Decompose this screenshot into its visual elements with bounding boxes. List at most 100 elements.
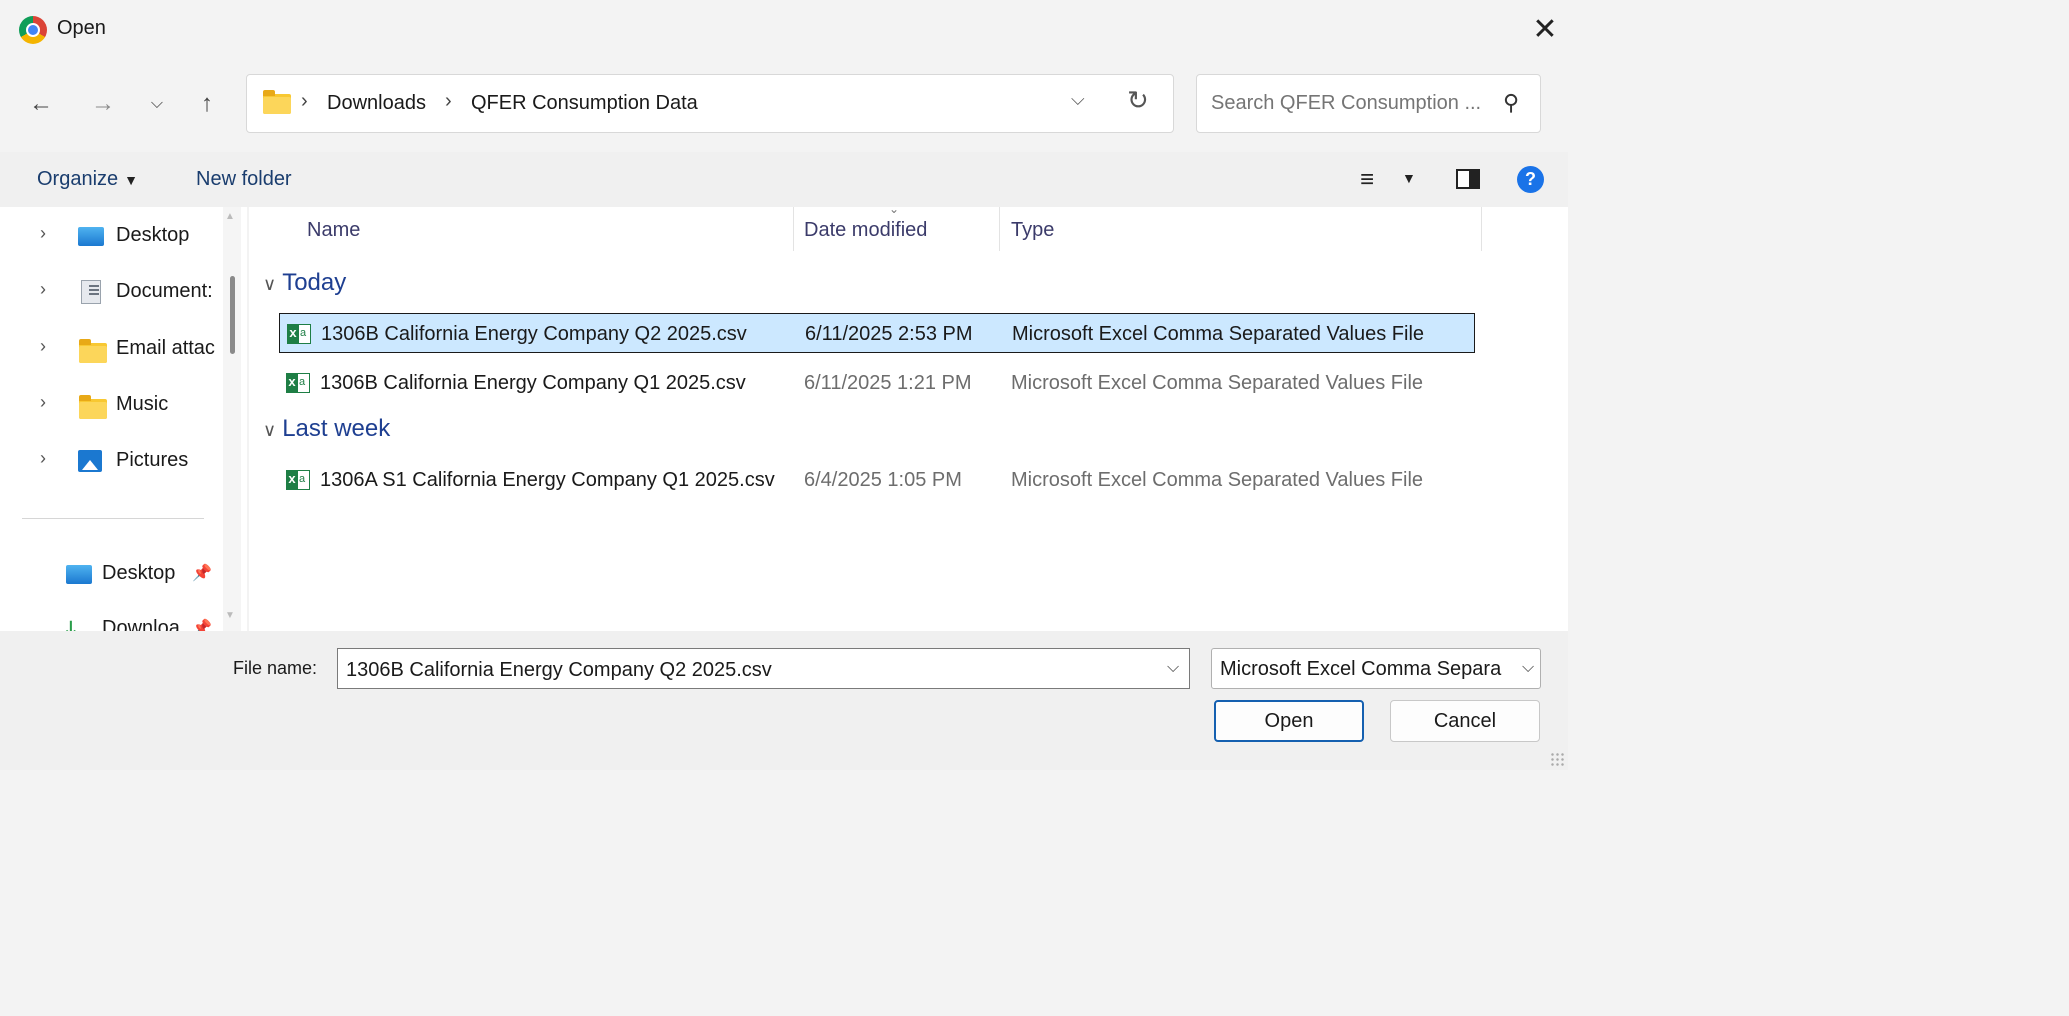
search-icon[interactable]: ⚲ bbox=[1503, 90, 1519, 116]
pictures-icon bbox=[78, 450, 102, 472]
file-date-modified: 6/11/2025 1:21 PM bbox=[804, 372, 972, 394]
excel-csv-file-icon bbox=[286, 373, 310, 393]
window-title: Open bbox=[57, 17, 106, 39]
file-name-combobox[interactable]: 1306B California Energy Company Q2 2025.… bbox=[337, 648, 1190, 689]
file-type-select[interactable]: Microsoft Excel Comma Separa ⌵ bbox=[1211, 648, 1541, 689]
scroll-down-arrow-icon[interactable]: ▼ bbox=[225, 610, 235, 621]
desktop-icon bbox=[78, 227, 104, 246]
scroll-up-arrow-icon[interactable]: ▲ bbox=[225, 211, 235, 222]
recent-locations-chevron-icon[interactable]: ⌵ bbox=[140, 84, 174, 124]
quick-access-label: Downloa bbox=[102, 617, 180, 631]
chevron-down-icon[interactable]: ⌵ bbox=[1167, 659, 1179, 677]
nav-item-label: Music bbox=[116, 393, 169, 415]
command-bar: Organize ▼ New folder ≡ ▼ bbox=[0, 152, 1568, 207]
file-type: Microsoft Excel Comma Separated Values F… bbox=[1012, 323, 1425, 345]
column-header-type[interactable]: Type bbox=[1011, 219, 1054, 242]
column-divider[interactable] bbox=[793, 207, 794, 251]
column-header-date-modified[interactable]: Date modified bbox=[804, 219, 927, 242]
address-dropdown-chevron-icon[interactable]: ⌵ bbox=[1071, 89, 1085, 110]
column-header-name[interactable]: Name bbox=[307, 219, 360, 242]
collapse-chevron-icon[interactable]: ∨ bbox=[263, 274, 276, 294]
group-header-last-week[interactable]: ∨ Last week bbox=[263, 415, 390, 443]
view-dropdown-caret-icon[interactable]: ▼ bbox=[1402, 170, 1416, 186]
pin-icon: 📌 bbox=[192, 620, 212, 631]
nav-item-desktop[interactable]: › Desktop bbox=[0, 213, 222, 257]
sort-indicator-icon: ⌄ bbox=[889, 202, 900, 216]
file-name-label: File name: bbox=[233, 658, 318, 678]
file-type-value: Microsoft Excel Comma Separa bbox=[1220, 658, 1502, 680]
file-list: ⌄ Name Date modified Type ∨ Today 1306B C… bbox=[249, 202, 1568, 631]
forward-arrow-icon[interactable]: → bbox=[86, 84, 120, 124]
expand-chevron-icon[interactable]: › bbox=[40, 448, 46, 469]
file-type: Microsoft Excel Comma Separated Values F… bbox=[1011, 372, 1424, 394]
caret-down-icon: ▼ bbox=[124, 172, 139, 188]
refresh-icon[interactable]: ↻ bbox=[1127, 85, 1149, 116]
breadcrumb-separator-icon: › bbox=[445, 90, 452, 112]
group-label: Today bbox=[282, 269, 347, 296]
nav-item-music[interactable]: › Music bbox=[0, 382, 222, 426]
file-name: 1306A S1 California Energy Company Q1 20… bbox=[320, 469, 775, 491]
nav-scrollbar-thumb[interactable] bbox=[230, 276, 235, 354]
navigation-pane: › Desktop › Document: › Email attac › Mu… bbox=[0, 207, 247, 631]
search-box[interactable]: ⚲ bbox=[1196, 74, 1541, 133]
pin-icon: 📌 bbox=[192, 565, 212, 582]
file-date-modified: 6/4/2025 1:05 PM bbox=[804, 469, 962, 491]
nav-item-email-attachments[interactable]: › Email attac bbox=[0, 326, 222, 370]
file-type: Microsoft Excel Comma Separated Values F… bbox=[1011, 469, 1424, 491]
open-button[interactable]: Open bbox=[1214, 700, 1364, 742]
nav-item-pictures[interactable]: › Pictures bbox=[0, 438, 222, 482]
nav-item-label: Email attac bbox=[116, 337, 215, 359]
expand-chevron-icon[interactable]: › bbox=[40, 392, 46, 413]
up-arrow-icon[interactable]: ↑ bbox=[190, 84, 224, 124]
file-row[interactable]: 1306B California Energy Company Q2 2025.… bbox=[279, 313, 1475, 353]
expand-chevron-icon[interactable]: › bbox=[40, 336, 46, 357]
quick-access-label: Desktop bbox=[102, 562, 176, 584]
collapse-chevron-icon[interactable]: ∨ bbox=[263, 420, 276, 440]
quick-access-desktop[interactable]: Desktop 📌 bbox=[0, 551, 222, 595]
search-input[interactable] bbox=[1211, 92, 1491, 115]
download-icon: ⤓ bbox=[66, 616, 76, 632]
group-label: Last week bbox=[282, 415, 391, 442]
column-divider[interactable] bbox=[1481, 207, 1482, 251]
nav-item-documents[interactable]: › Document: bbox=[0, 269, 222, 313]
excel-csv-file-icon bbox=[286, 470, 310, 490]
group-header-today[interactable]: ∨ Today bbox=[263, 269, 346, 297]
nav-scrollbar[interactable] bbox=[223, 207, 241, 631]
file-row[interactable]: 1306B California Energy Company Q1 2025.… bbox=[279, 363, 1475, 403]
expand-chevron-icon[interactable]: › bbox=[40, 279, 46, 300]
folder-icon bbox=[263, 90, 291, 114]
file-name: 1306B California Energy Company Q1 2025.… bbox=[320, 372, 746, 394]
help-icon[interactable]: ? bbox=[1517, 166, 1544, 193]
expand-chevron-icon[interactable]: › bbox=[40, 223, 46, 244]
cancel-button[interactable]: Cancel bbox=[1390, 700, 1540, 742]
breadcrumb-current-folder[interactable]: QFER Consumption Data bbox=[471, 92, 698, 115]
nav-item-label: Desktop bbox=[116, 224, 190, 246]
chevron-down-icon[interactable]: ⌵ bbox=[1518, 659, 1535, 677]
nav-divider bbox=[22, 518, 204, 519]
file-name-field[interactable]: 1306B California Energy Company Q2 2025.… bbox=[346, 659, 772, 682]
back-arrow-icon[interactable]: ← bbox=[24, 84, 58, 124]
organize-label: Organize bbox=[37, 168, 119, 190]
folder-icon bbox=[79, 339, 107, 363]
new-folder-button[interactable]: New folder bbox=[196, 168, 292, 191]
preview-pane-icon[interactable] bbox=[1456, 169, 1480, 189]
title-bar: Open ✕ bbox=[0, 0, 1568, 58]
desktop-icon bbox=[66, 565, 92, 584]
address-bar[interactable]: › Downloads › QFER Consumption Data ⌵ ↻ bbox=[246, 74, 1174, 133]
breadcrumb-separator-icon: › bbox=[301, 90, 308, 112]
breadcrumb-downloads[interactable]: Downloads bbox=[327, 92, 426, 115]
quick-access-downloads[interactable]: ⤓ Downloa 📌 bbox=[0, 606, 222, 631]
open-file-dialog: Open ✕ ← → ⌵ ↑ › Downloads › QFER Consum… bbox=[0, 0, 1568, 770]
excel-csv-file-icon bbox=[287, 324, 311, 344]
nav-item-label: Pictures bbox=[116, 449, 189, 471]
organize-button[interactable]: Organize ▼ bbox=[37, 168, 138, 191]
folder-icon bbox=[79, 395, 107, 419]
file-name: 1306B California Energy Company Q2 2025.… bbox=[321, 323, 747, 345]
documents-icon bbox=[81, 280, 101, 304]
view-list-icon[interactable]: ≡ bbox=[1360, 166, 1374, 194]
resize-grip-icon[interactable] bbox=[1550, 752, 1564, 766]
column-divider[interactable] bbox=[999, 207, 1000, 251]
close-button[interactable]: ✕ bbox=[1525, 10, 1565, 50]
file-row[interactable]: 1306A S1 California Energy Company Q1 20… bbox=[279, 460, 1475, 500]
nav-item-label: Document: bbox=[116, 280, 213, 302]
